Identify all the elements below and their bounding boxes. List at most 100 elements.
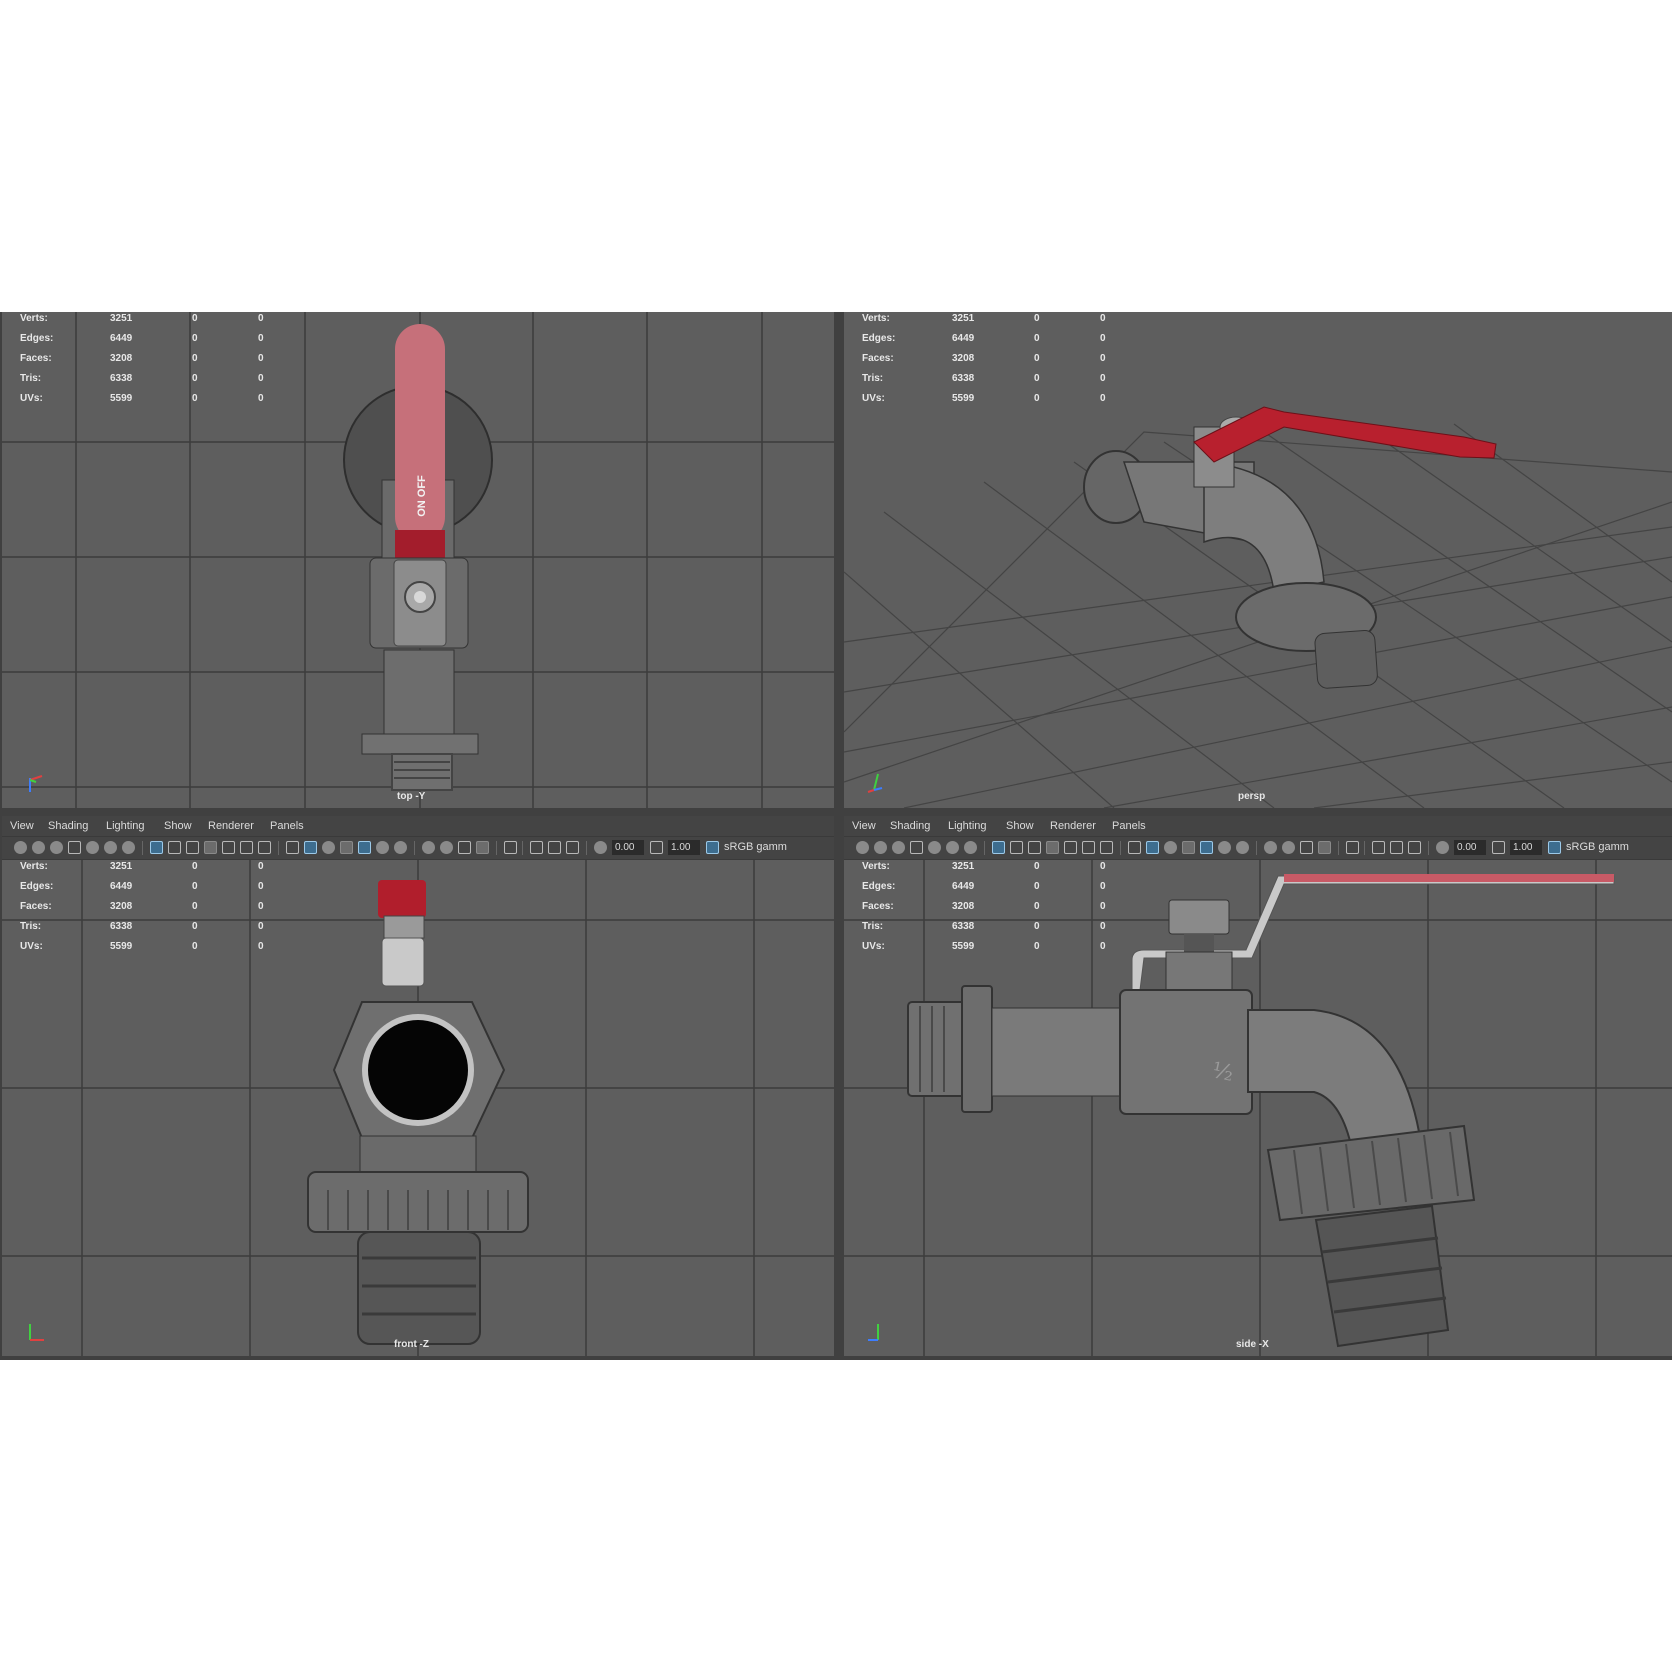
color-management-icon[interactable]: [706, 841, 719, 854]
menu-view[interactable]: View: [852, 820, 876, 832]
xray-icon[interactable]: [1372, 841, 1385, 854]
menu-lighting[interactable]: Lighting: [106, 820, 145, 832]
shadows-icon[interactable]: [1236, 841, 1249, 854]
anti-aliasing-icon[interactable]: [458, 841, 471, 854]
lever-grip: [1284, 874, 1614, 882]
smooth-shade-icon[interactable]: [1146, 841, 1159, 854]
camera-label: persp: [1238, 791, 1266, 802]
menu-show[interactable]: Show: [1006, 820, 1034, 832]
grid-snap-icon[interactable]: [928, 841, 941, 854]
pan-zoom-icon[interactable]: [240, 841, 253, 854]
viewport-top[interactable]: ON OFF Verts: 3251 0 0 Edges: 6449 0 0 Faces: 3…: [2, 312, 834, 808]
bookmark-icon[interactable]: [50, 841, 63, 854]
exposure-icon[interactable]: [594, 841, 607, 854]
exposure-field[interactable]: 0.00: [612, 840, 644, 855]
wireframe-icon[interactable]: [286, 841, 299, 854]
safe-action-icon[interactable]: [122, 841, 135, 854]
exposure-field[interactable]: 0.00: [1454, 840, 1486, 855]
film-gate-icon[interactable]: [1010, 841, 1023, 854]
safe-title-icon[interactable]: [222, 841, 235, 854]
text-icon[interactable]: [1100, 841, 1113, 854]
isolate-select-icon[interactable]: [504, 841, 517, 854]
textured-icon[interactable]: [1200, 841, 1213, 854]
xray-joints-icon[interactable]: [1390, 841, 1403, 854]
xray-joints-icon[interactable]: [548, 841, 561, 854]
field-chart-icon[interactable]: [1046, 841, 1059, 854]
menu-view[interactable]: View: [10, 820, 34, 832]
viewport-side[interactable]: ½ Verts: 3251 0 0 Edges: 6449 0 0 Faces: 3208 0 0…: [844, 860, 1672, 1356]
resolution-gate-icon[interactable]: [946, 841, 959, 854]
gamma-icon[interactable]: [1492, 841, 1505, 854]
color-management-icon[interactable]: [1548, 841, 1561, 854]
default-material-icon[interactable]: [322, 841, 335, 854]
gate-mask-icon[interactable]: [186, 841, 199, 854]
grid-toggle-icon[interactable]: [150, 841, 163, 854]
wireframe-icon[interactable]: [1128, 841, 1141, 854]
color-space-label[interactable]: sRGB gamm: [1566, 841, 1629, 853]
backface-icon[interactable]: [566, 841, 579, 854]
front-view-scene: [2, 860, 834, 1356]
smooth-shade-icon[interactable]: [304, 841, 317, 854]
textured-icon[interactable]: [358, 841, 371, 854]
default-material-icon[interactable]: [1164, 841, 1177, 854]
menu-renderer[interactable]: Renderer: [208, 820, 254, 832]
field-chart-icon[interactable]: [204, 841, 217, 854]
thread: [391, 753, 453, 791]
knurled-nut: [307, 1171, 529, 1233]
safe-title-icon[interactable]: [1064, 841, 1077, 854]
gamma-field[interactable]: 1.00: [668, 840, 700, 855]
separator: [522, 841, 523, 855]
film-gate-icon[interactable]: [168, 841, 181, 854]
grid-snap-icon[interactable]: [86, 841, 99, 854]
image-plane-icon[interactable]: [910, 841, 923, 854]
shadows-icon[interactable]: [394, 841, 407, 854]
gamma-icon[interactable]: [650, 841, 663, 854]
motion-blur-icon[interactable]: [440, 841, 453, 854]
camera-label: front -Z: [394, 1339, 429, 1350]
camera-icon[interactable]: [856, 841, 869, 854]
motion-blur-icon[interactable]: [1282, 841, 1295, 854]
wireframe-on-shaded-icon[interactable]: [340, 841, 353, 854]
gamma-field[interactable]: 1.00: [1510, 840, 1542, 855]
backface-icon[interactable]: [1408, 841, 1421, 854]
camera-icon[interactable]: [14, 841, 27, 854]
menu-show[interactable]: Show: [164, 820, 192, 832]
separator: [586, 841, 587, 855]
lights-icon[interactable]: [376, 841, 389, 854]
menu-panels[interactable]: Panels: [1112, 820, 1146, 832]
viewport-persp[interactable]: Verts: 3251 0 0 Edges: 6449 0 0 Faces: 3208 0 0 T…: [844, 312, 1672, 808]
camera-lock-icon[interactable]: [32, 841, 45, 854]
text-icon[interactable]: [258, 841, 271, 854]
safe-action-icon[interactable]: [964, 841, 977, 854]
resolution-gate-icon[interactable]: [104, 841, 117, 854]
axis-gizmo-icon: [867, 773, 883, 793]
wireframe-on-shaded-icon[interactable]: [1182, 841, 1195, 854]
axis-gizmo-icon: [868, 1324, 879, 1341]
anti-aliasing-icon[interactable]: [1300, 841, 1313, 854]
image-plane-icon[interactable]: [68, 841, 81, 854]
panel-menubar-front: View Shading Lighting Show Renderer Pane…: [2, 816, 834, 836]
ambient-occlusion-icon[interactable]: [422, 841, 435, 854]
viewport-front[interactable]: Verts: 3251 0 0 Edges: 6449 0 0 Faces: 3208 0 0 T…: [2, 860, 834, 1356]
menu-lighting[interactable]: Lighting: [948, 820, 987, 832]
menu-shading[interactable]: Shading: [48, 820, 88, 832]
menu-renderer[interactable]: Renderer: [1050, 820, 1096, 832]
isolate-select-icon[interactable]: [1346, 841, 1359, 854]
depth-of-field-icon[interactable]: [476, 841, 489, 854]
separator: [1428, 841, 1429, 855]
camera-lock-icon[interactable]: [874, 841, 887, 854]
menu-shading[interactable]: Shading: [890, 820, 930, 832]
bookmark-icon[interactable]: [892, 841, 905, 854]
color-space-label[interactable]: sRGB gamm: [724, 841, 787, 853]
pan-zoom-icon[interactable]: [1082, 841, 1095, 854]
grid-toggle-icon[interactable]: [992, 841, 1005, 854]
lever-red: [378, 880, 426, 918]
depth-of-field-icon[interactable]: [1318, 841, 1331, 854]
hose-barb: [357, 1231, 481, 1345]
xray-icon[interactable]: [530, 841, 543, 854]
menu-panels[interactable]: Panels: [270, 820, 304, 832]
ambient-occlusion-icon[interactable]: [1264, 841, 1277, 854]
exposure-icon[interactable]: [1436, 841, 1449, 854]
gate-mask-icon[interactable]: [1028, 841, 1041, 854]
lights-icon[interactable]: [1218, 841, 1231, 854]
